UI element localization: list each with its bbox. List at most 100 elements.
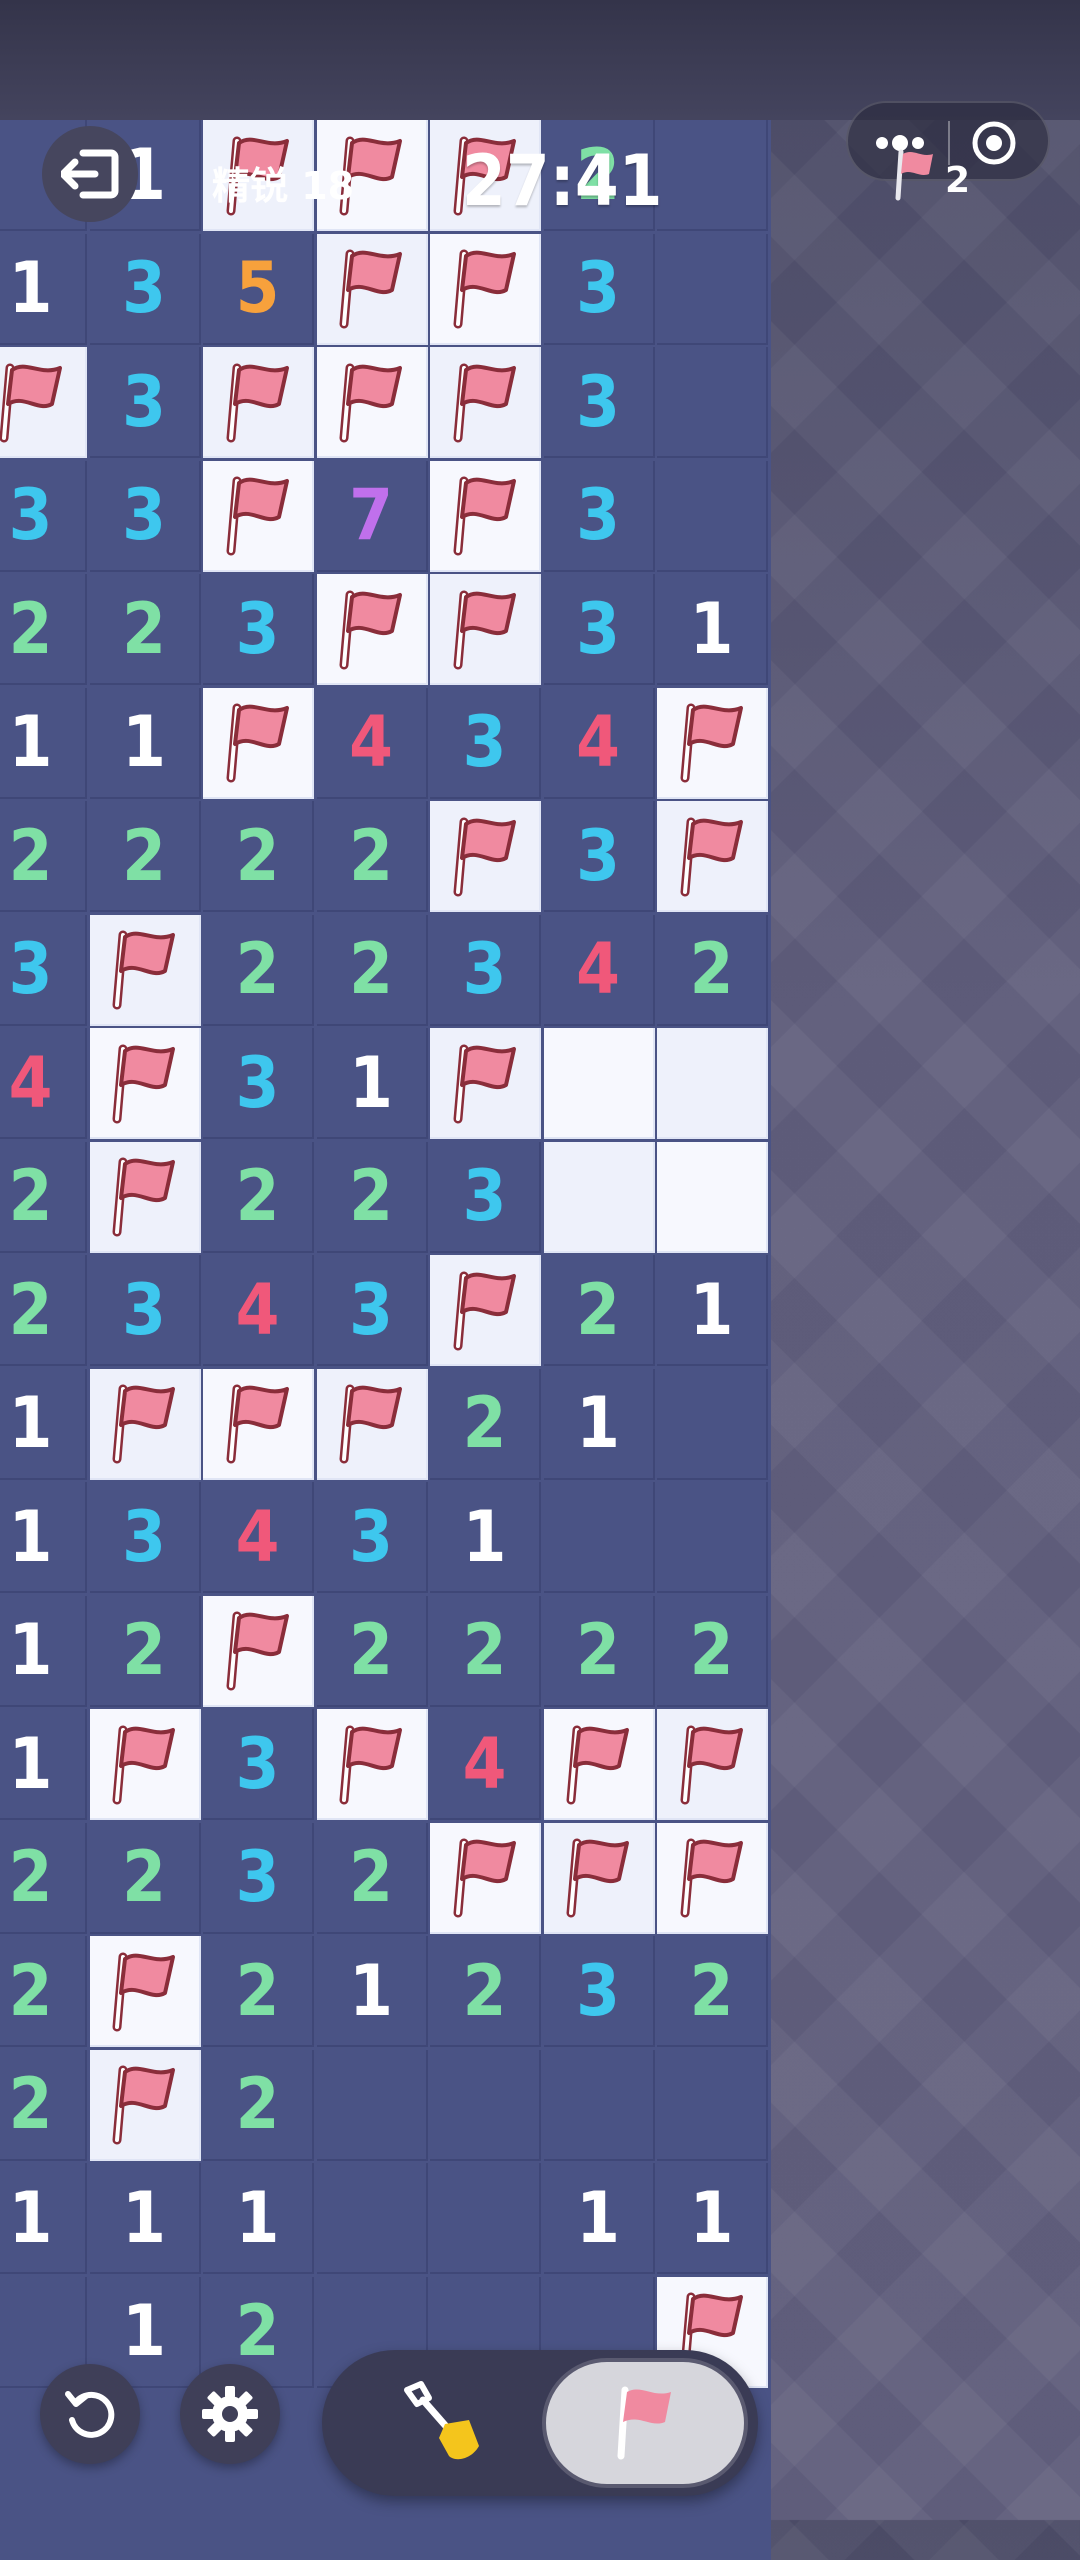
flagged-cell[interactable] xyxy=(89,1368,201,1480)
empty-cell[interactable] xyxy=(657,233,768,345)
close-miniprogram-button[interactable] xyxy=(968,117,1020,169)
number-cell[interactable]: 3 xyxy=(89,347,201,458)
number-cell[interactable]: 2 xyxy=(316,1141,428,1253)
number-cell[interactable]: 2 xyxy=(89,574,201,685)
flagged-cell[interactable] xyxy=(543,1822,655,1934)
number-cell[interactable]: 2 xyxy=(203,1141,314,1253)
number-cell[interactable]: 2 xyxy=(203,914,314,1026)
flagged-cell[interactable] xyxy=(430,347,541,458)
flagged-cell[interactable] xyxy=(89,1141,201,1253)
flagged-cell[interactable] xyxy=(203,347,314,458)
number-cell[interactable]: 3 xyxy=(203,1822,314,1934)
number-cell[interactable]: 3 xyxy=(543,347,655,458)
number-cell[interactable]: 2 xyxy=(0,801,87,912)
empty-cell[interactable] xyxy=(657,120,768,231)
number-cell[interactable]: 4 xyxy=(316,687,428,799)
number-cell[interactable]: 3 xyxy=(316,1255,428,1366)
number-cell[interactable]: 2 xyxy=(316,1595,428,1707)
flagged-cell[interactable] xyxy=(89,1028,201,1139)
number-cell[interactable]: 1 xyxy=(203,2163,314,2274)
flagged-cell[interactable] xyxy=(89,2049,201,2161)
number-cell[interactable]: 3 xyxy=(543,460,655,572)
number-cell[interactable]: 2 xyxy=(543,1255,655,1366)
dig-mode-button[interactable] xyxy=(392,2378,492,2468)
flagged-cell[interactable] xyxy=(316,574,428,685)
number-cell[interactable]: 4 xyxy=(430,1709,541,1820)
number-cell[interactable]: 2 xyxy=(430,1595,541,1707)
number-cell[interactable]: 1 xyxy=(316,1936,428,2047)
number-cell[interactable]: 1 xyxy=(0,233,87,345)
number-cell[interactable]: 5 xyxy=(203,233,314,345)
flagged-cell[interactable] xyxy=(657,801,768,912)
minesweeper-board[interactable]: 1213533333732233111434222233223424312223… xyxy=(0,120,771,2560)
number-cell[interactable]: 2 xyxy=(89,1822,201,1934)
number-cell[interactable]: 1 xyxy=(0,1595,87,1707)
number-cell[interactable]: 4 xyxy=(543,687,655,799)
flagged-cell[interactable] xyxy=(543,1709,655,1820)
number-cell[interactable]: 1 xyxy=(430,1482,541,1593)
flagged-cell[interactable] xyxy=(89,1709,201,1820)
flagged-cell[interactable] xyxy=(89,1936,201,2047)
number-cell[interactable]: 1 xyxy=(543,1368,655,1480)
flagged-cell[interactable] xyxy=(89,914,201,1026)
number-cell[interactable]: 3 xyxy=(543,801,655,912)
number-cell[interactable]: 2 xyxy=(543,1595,655,1707)
number-cell[interactable]: 3 xyxy=(203,574,314,685)
number-cell[interactable]: 1 xyxy=(657,574,768,685)
number-cell[interactable]: 2 xyxy=(316,1822,428,1934)
flagged-cell[interactable] xyxy=(316,1709,428,1820)
empty-cell[interactable] xyxy=(316,2049,428,2161)
flag-mode-button[interactable] xyxy=(542,2358,748,2488)
flagged-cell[interactable] xyxy=(203,1368,314,1480)
empty-cell[interactable] xyxy=(430,2163,541,2274)
flagged-cell[interactable] xyxy=(657,687,768,799)
number-cell[interactable]: 1 xyxy=(657,1255,768,1366)
number-cell[interactable]: 2 xyxy=(316,801,428,912)
number-cell[interactable]: 1 xyxy=(657,2163,768,2274)
flagged-cell[interactable] xyxy=(203,1595,314,1707)
flagged-cell[interactable] xyxy=(430,574,541,685)
flagged-cell[interactable] xyxy=(203,687,314,799)
number-cell[interactable]: 2 xyxy=(89,1595,201,1707)
flagged-cell[interactable] xyxy=(657,1709,768,1820)
number-cell[interactable]: 4 xyxy=(543,914,655,1026)
number-cell[interactable]: 2 xyxy=(203,801,314,912)
flagged-cell[interactable] xyxy=(430,801,541,912)
empty-cell[interactable] xyxy=(316,2163,428,2274)
number-cell[interactable]: 4 xyxy=(203,1255,314,1366)
number-cell[interactable]: 2 xyxy=(0,2049,87,2161)
hidden-cell[interactable] xyxy=(543,1141,655,1253)
number-cell[interactable]: 1 xyxy=(316,1028,428,1139)
number-cell[interactable]: 1 xyxy=(0,2163,87,2274)
number-cell[interactable]: 3 xyxy=(89,233,201,345)
flagged-cell[interactable] xyxy=(0,347,87,458)
exit-button[interactable] xyxy=(42,126,138,222)
number-cell[interactable]: 3 xyxy=(203,1028,314,1139)
empty-cell[interactable] xyxy=(657,1368,768,1480)
flagged-cell[interactable] xyxy=(430,1822,541,1934)
flagged-cell[interactable] xyxy=(657,1822,768,1934)
number-cell[interactable]: 3 xyxy=(430,1141,541,1253)
number-cell[interactable]: 3 xyxy=(89,1482,201,1593)
number-cell[interactable]: 3 xyxy=(0,914,87,1026)
number-cell[interactable]: 1 xyxy=(89,687,201,799)
number-cell[interactable]: 2 xyxy=(89,801,201,912)
flagged-cell[interactable] xyxy=(316,347,428,458)
number-cell[interactable]: 3 xyxy=(430,687,541,799)
number-cell[interactable]: 2 xyxy=(0,1141,87,1253)
flagged-cell[interactable] xyxy=(203,460,314,572)
empty-cell[interactable] xyxy=(543,2049,655,2161)
number-cell[interactable]: 2 xyxy=(430,1936,541,2047)
empty-cell[interactable] xyxy=(430,2049,541,2161)
number-cell[interactable]: 1 xyxy=(543,2163,655,2274)
number-cell[interactable]: 3 xyxy=(543,574,655,685)
hidden-cell[interactable] xyxy=(657,1141,768,1253)
number-cell[interactable]: 3 xyxy=(543,1936,655,2047)
flagged-cell[interactable] xyxy=(430,1028,541,1139)
hidden-cell[interactable] xyxy=(657,1028,768,1139)
empty-cell[interactable] xyxy=(657,2049,768,2161)
empty-cell[interactable] xyxy=(657,347,768,458)
flagged-cell[interactable] xyxy=(430,1255,541,1366)
number-cell[interactable]: 2 xyxy=(316,914,428,1026)
number-cell[interactable]: 3 xyxy=(430,914,541,1026)
